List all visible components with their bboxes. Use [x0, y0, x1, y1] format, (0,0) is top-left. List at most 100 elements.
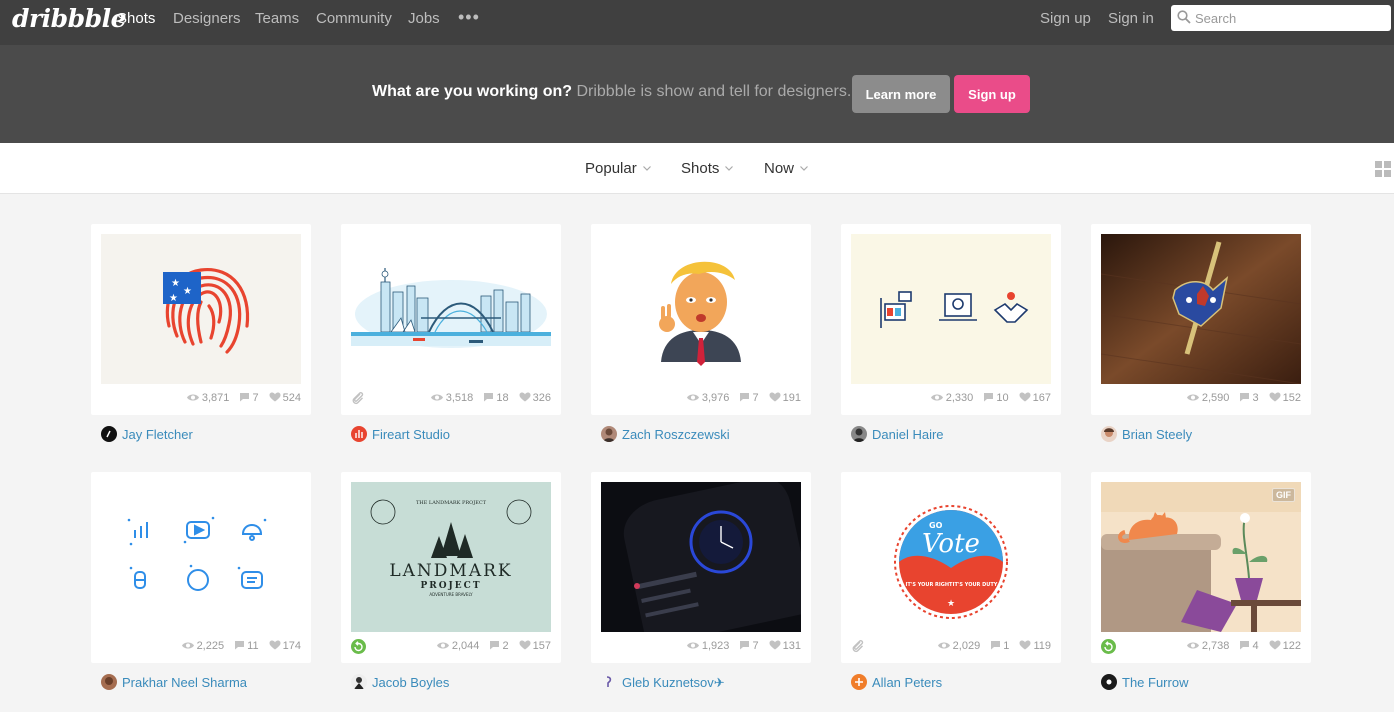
shot-thumbnail[interactable]: GIF: [1101, 482, 1301, 632]
author-name[interactable]: Zach Roszczewski: [622, 427, 730, 442]
likes-count[interactable]: 152: [1269, 392, 1301, 404]
shot-card[interactable]: 2,590 3 152: [1091, 224, 1311, 415]
svg-text:IT'S YOUR RIGHT: IT'S YOUR RIGHT: [906, 582, 953, 588]
avatar[interactable]: [351, 426, 367, 442]
avatar[interactable]: [101, 674, 117, 690]
shot-thumbnail[interactable]: [351, 234, 551, 384]
avatar[interactable]: [1101, 674, 1117, 690]
author-name[interactable]: Jay Fletcher: [122, 427, 193, 442]
likes-count[interactable]: 157: [519, 640, 551, 652]
author-name[interactable]: Allan Peters: [872, 675, 942, 690]
eye-icon: [937, 642, 950, 649]
likes-count[interactable]: 524: [269, 392, 301, 404]
author-name[interactable]: Prakhar Neel Sharma: [122, 675, 247, 690]
shot-thumbnail[interactable]: [101, 482, 301, 632]
search-input[interactable]: [1195, 8, 1383, 28]
shot-thumbnail[interactable]: [851, 234, 1051, 384]
avatar[interactable]: [601, 426, 617, 442]
shot-card[interactable]: THE LANDMARK PROJECT LANDMARK PROJECT AD…: [341, 472, 561, 663]
comments-count[interactable]: 7: [239, 392, 259, 404]
chevron-down-icon: [642, 166, 651, 171]
heart-icon: [269, 392, 281, 402]
comments-count[interactable]: 3: [1239, 392, 1259, 404]
nav-designers[interactable]: Designers: [173, 10, 241, 27]
avatar[interactable]: [851, 426, 867, 442]
nav-jobs[interactable]: Jobs: [408, 10, 440, 27]
shot-card[interactable]: GO Vote IT'S YOUR RIGHT IT'S YOUR DUTY ★…: [841, 472, 1061, 663]
svg-text:Vote: Vote: [922, 529, 980, 559]
go-vote-badge-art: GO Vote IT'S YOUR RIGHT IT'S YOUR DUTY ★: [851, 482, 1051, 632]
avatar[interactable]: [101, 426, 117, 442]
more-menu-icon[interactable]: •••: [458, 7, 480, 28]
type-filter[interactable]: Shots: [681, 160, 734, 177]
author-name[interactable]: Brian Steely: [1122, 427, 1192, 442]
comments-count[interactable]: 10: [983, 392, 1009, 404]
comments-count[interactable]: 18: [483, 392, 509, 404]
comments-count[interactable]: 7: [739, 392, 759, 404]
nav-teams[interactable]: Teams: [255, 10, 299, 27]
author-name[interactable]: Fireart Studio: [372, 427, 450, 442]
likes-count[interactable]: 131: [769, 640, 801, 652]
filter-bar: Popular Shots Now: [0, 143, 1394, 194]
shot-card[interactable]: 3,976 7 191: [591, 224, 811, 415]
sword-pin-photo: [1101, 234, 1301, 384]
banner-subtitle: Dribbble is show and tell for designers.: [572, 83, 852, 100]
sort-filter[interactable]: Popular: [585, 160, 651, 177]
comments-count[interactable]: 2: [489, 640, 509, 652]
sydney-skyline-art: [351, 234, 551, 384]
nav-sign-up[interactable]: Sign up: [1040, 10, 1091, 27]
heart-icon: [1269, 392, 1281, 402]
svg-text:★: ★: [947, 599, 955, 609]
author-name[interactable]: The Furrow: [1122, 675, 1188, 690]
avatar[interactable]: [351, 674, 367, 690]
top-nav: dribbble Shots Designers Teams Community…: [0, 0, 1394, 45]
shot-card[interactable]: 2,225 11 174: [91, 472, 311, 663]
grid-view-icon[interactable]: [1375, 161, 1392, 178]
likes-count[interactable]: 122: [1269, 640, 1301, 652]
author-name[interactable]: Gleb Kuznetsov✈: [622, 675, 725, 691]
eye-icon: [436, 642, 449, 649]
likes-count[interactable]: 326: [519, 392, 551, 404]
views-count: 2,330: [930, 392, 973, 404]
avatar[interactable]: [601, 674, 617, 690]
nav-shots[interactable]: Shots: [117, 10, 155, 27]
shot-thumbnail[interactable]: ★ ★ ★: [101, 234, 301, 384]
comments-count[interactable]: 11: [234, 640, 259, 652]
banner-sign-up-button[interactable]: Sign up: [954, 75, 1030, 113]
comments-count[interactable]: 4: [1239, 640, 1259, 652]
shot-thumbnail[interactable]: [1101, 234, 1301, 384]
comments-count[interactable]: 7: [739, 640, 759, 652]
nav-sign-in[interactable]: Sign in: [1108, 10, 1154, 27]
dribbble-logo[interactable]: dribbble: [12, 4, 127, 33]
eye-icon: [181, 642, 194, 649]
shot-thumbnail[interactable]: [601, 482, 801, 632]
go-vote-fingerprint-art: ★ ★ ★: [101, 234, 301, 384]
comments-count[interactable]: 1: [990, 640, 1009, 652]
author-name[interactable]: Daniel Haire: [872, 427, 944, 442]
learn-more-button[interactable]: Learn more: [852, 75, 950, 113]
search-box[interactable]: [1171, 5, 1391, 31]
time-filter[interactable]: Now: [764, 160, 808, 177]
shot-card[interactable]: GIF 2,738 4 122: [1091, 472, 1311, 663]
svg-text:ADVENTURE BRAVELY: ADVENTURE BRAVELY: [429, 592, 473, 597]
nav-community[interactable]: Community: [316, 10, 392, 27]
likes-count[interactable]: 174: [269, 640, 301, 652]
likes-count[interactable]: 119: [1019, 640, 1051, 652]
heart-icon: [769, 640, 781, 650]
avatar[interactable]: [851, 674, 867, 690]
likes-count[interactable]: 167: [1019, 392, 1051, 404]
shot-stats: 2,044 2 157: [429, 640, 551, 652]
shot-thumbnail[interactable]: THE LANDMARK PROJECT LANDMARK PROJECT AD…: [351, 482, 551, 632]
shot-thumbnail[interactable]: [601, 234, 801, 384]
shot-stats: 2,225 11 174: [174, 640, 301, 652]
comment-icon: [740, 393, 750, 402]
author-name[interactable]: Jacob Boyles: [372, 675, 449, 690]
likes-count[interactable]: 191: [769, 392, 801, 404]
shot-card[interactable]: 3,518 18 326: [341, 224, 561, 415]
avatar[interactable]: [1101, 426, 1117, 442]
shot-thumbnail[interactable]: GO Vote IT'S YOUR RIGHT IT'S YOUR DUTY ★: [851, 482, 1051, 632]
shot-card[interactable]: 1,923 7 131: [591, 472, 811, 663]
shot-card[interactable]: ★ ★ ★ 3,871 7 524: [91, 224, 311, 415]
shot-card[interactable]: 2,330 10 167: [841, 224, 1061, 415]
heart-icon: [519, 392, 531, 402]
